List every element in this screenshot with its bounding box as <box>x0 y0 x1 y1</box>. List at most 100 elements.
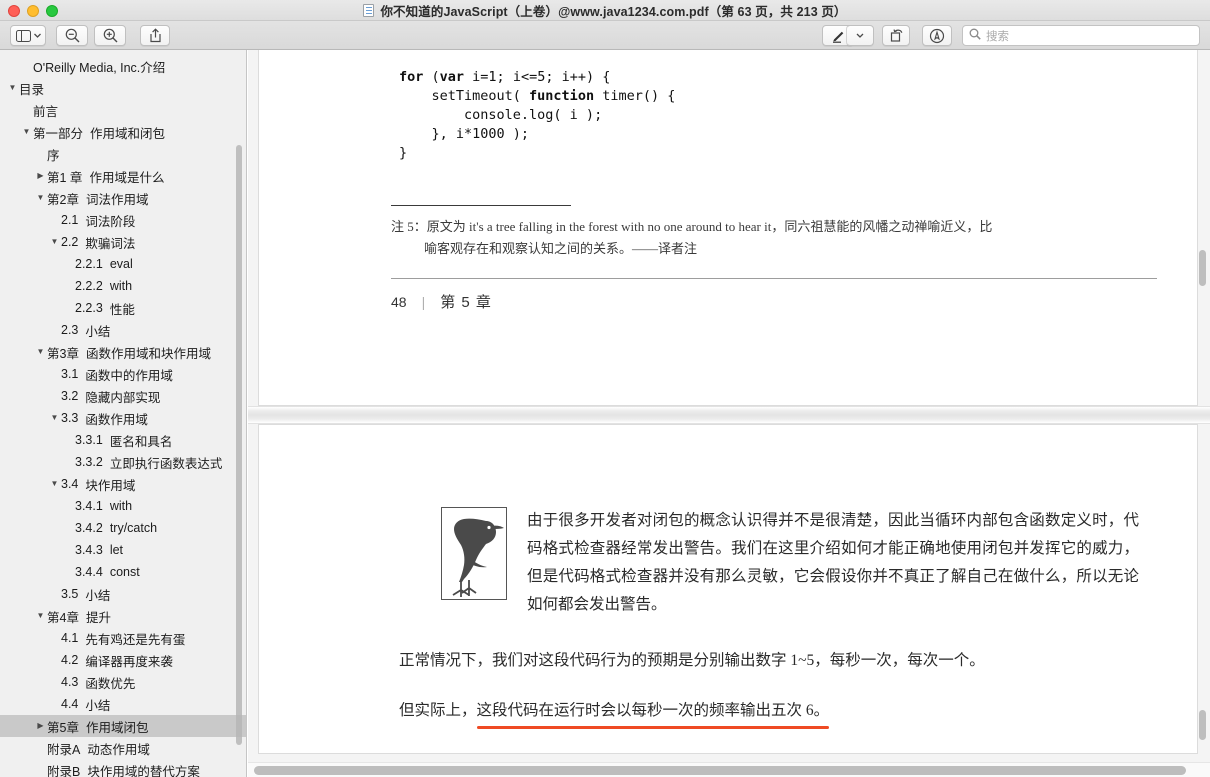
outline-item-number: 3.4 <box>61 477 79 491</box>
outline-item[interactable]: 4.1 先有鸡还是先有蛋 <box>0 627 246 649</box>
outline-item-number: 第3章 <box>47 346 79 361</box>
disclosure-closed-icon[interactable]: ▶ <box>34 172 47 180</box>
pdf-content-area[interactable]: for (var i=1; i<=5; i++) { setTimeout( f… <box>248 50 1210 777</box>
highlighted-text[interactable]: 这段代码在运行时会以每秒一次的频率输出五次 6。 <box>476 697 829 729</box>
pdf-horizontal-scrollbar[interactable] <box>254 766 1186 775</box>
outline-sidebar[interactable]: O'Reilly Media, Inc.介绍 ▼ 目录 前言 ▼ 第一部分 作用域和闭包序 ▶… <box>0 50 247 777</box>
markup-options-button[interactable] <box>846 25 874 46</box>
outline-item[interactable]: 3.4.1 with <box>0 495 246 517</box>
outline-item[interactable]: O'Reilly Media, Inc.介绍 <box>0 55 246 77</box>
zoom-out-button[interactable] <box>56 25 88 46</box>
outline-item[interactable]: ▼ 3.4 块作用域 <box>0 473 246 495</box>
outline-item[interactable]: 3.2 隐藏内部实现 <box>0 385 246 407</box>
page-footer-rule <box>391 278 1157 279</box>
title-group: 你不知道的JavaScript（上卷）@www.java1234.com.pdf… <box>363 1 846 20</box>
outline-item-number: 3.1 <box>61 367 79 381</box>
outline-item[interactable]: ▼ 第3章 函数作用域和块作用域 <box>0 341 246 363</box>
disclosure-open-icon[interactable]: ▼ <box>34 194 47 202</box>
outline-item[interactable]: ▼ 第一部分 作用域和闭包 <box>0 121 246 143</box>
outline-item-label: 提升 <box>85 610 111 625</box>
outline-item-label: with <box>109 499 133 513</box>
outline-item[interactable]: 前言 <box>0 99 246 121</box>
search-placeholder: 搜索 <box>986 30 1009 43</box>
outline-item-label: 立即执行函数表达式 <box>109 456 223 471</box>
disclosure-open-icon[interactable]: ▼ <box>34 348 47 356</box>
outline-item[interactable]: 4.2 编译器再度来袭 <box>0 649 246 671</box>
outline-item-number: 3.3.2 <box>75 455 103 469</box>
note-block: 由于很多开发者对闭包的概念认识得并不是很清楚，因此当循环内部包含函数定义时，代码… <box>441 507 1139 619</box>
outline-item[interactable]: 附录A 动态作用域 <box>0 737 246 759</box>
outline-item[interactable]: ▼ 第4章 提升 <box>0 605 246 627</box>
disclosure-open-icon[interactable]: ▼ <box>6 84 19 92</box>
outline-item[interactable]: ▼ 目录 <box>0 77 246 99</box>
chevron-down-icon <box>856 33 864 38</box>
rotate-button[interactable] <box>882 25 910 46</box>
outline-item[interactable]: 3.3.1 匿名和具名 <box>0 429 246 451</box>
maximize-button[interactable] <box>46 5 58 17</box>
outline-item-label: 块作用域的替代方案 <box>87 764 200 777</box>
minimize-button[interactable] <box>27 5 39 17</box>
note-text: 由于很多开发者对闭包的概念认识得并不是很清楚，因此当循环内部包含函数定义时，代码… <box>527 512 1139 613</box>
outline-item-label: 匿名和具名 <box>109 434 173 449</box>
outline-item[interactable]: 3.3.2 立即执行函数表达式 <box>0 451 246 473</box>
outline-item[interactable]: ▶ 第5章 作用域闭包 <box>0 715 246 737</box>
outline-item[interactable]: ▼ 3.3 函数作用域 <box>0 407 246 429</box>
outline-list: O'Reilly Media, Inc.介绍 ▼ 目录 前言 ▼ 第一部分 作用域和闭包序 ▶… <box>0 50 246 777</box>
document-icon <box>363 3 375 17</box>
pdf-vertical-scrollbar[interactable] <box>1199 250 1206 286</box>
outline-item[interactable]: 4.3 函数优先 <box>0 671 246 693</box>
outline-item[interactable]: 3.1 函数中的作用域 <box>0 363 246 385</box>
outline-item[interactable]: 2.2.2 with <box>0 275 246 297</box>
outline-item[interactable]: ▼ 2.2 欺骗词法 <box>0 231 246 253</box>
outline-item-label: 小结 <box>85 324 111 339</box>
outline-item-number: 第1 章 <box>47 170 83 185</box>
outline-item-number: 3.4.1 <box>75 499 103 513</box>
outline-item-number: 2.2 <box>61 235 79 249</box>
search-field[interactable]: 搜索 <box>962 25 1200 46</box>
pdf-vertical-scrollbar-secondary[interactable] <box>1199 710 1206 740</box>
outline-item[interactable]: 附录B 块作用域的替代方案 <box>0 759 246 777</box>
outline-item-number: 附录B <box>47 764 81 777</box>
outline-item[interactable]: 2.1 词法阶段 <box>0 209 246 231</box>
disclosure-open-icon[interactable]: ▼ <box>20 128 33 136</box>
outline-item-label: 函数优先 <box>85 676 136 691</box>
outline-item-label: 序 <box>47 148 60 163</box>
footnote-rule <box>391 205 571 206</box>
zoom-in-button[interactable] <box>94 25 126 46</box>
disclosure-open-icon[interactable]: ▼ <box>48 238 61 246</box>
outline-item[interactable]: 3.5 小结 <box>0 583 246 605</box>
outline-item[interactable]: ▶ 第1 章作用域是什么 <box>0 165 246 187</box>
pdf-horizontal-scrollbar-track[interactable] <box>248 762 1210 777</box>
outline-item[interactable]: 3.4.4 const <box>0 561 246 583</box>
outline-item[interactable]: 2.3 小结 <box>0 319 246 341</box>
disclosure-open-icon[interactable]: ▼ <box>34 612 47 620</box>
outline-item-number: 2.2.1 <box>75 257 103 271</box>
outline-item-label: 编译器再度来袭 <box>85 654 173 669</box>
sidebar-scrollbar[interactable] <box>236 145 242 745</box>
outline-item[interactable]: 3.4.3 let <box>0 539 246 561</box>
code-line-1: for (var i=1; i<=5; i++) { <box>399 69 611 85</box>
outline-item[interactable]: 3.4.2 try/catch <box>0 517 246 539</box>
outline-item-label: 函数中的作用域 <box>85 368 173 383</box>
outline-item[interactable]: ▼ 第2章 词法作用域 <box>0 187 246 209</box>
outline-item[interactable]: 序 <box>0 143 246 165</box>
outline-item-number: 4.2 <box>61 653 79 667</box>
close-button[interactable] <box>8 5 20 17</box>
disclosure-closed-icon[interactable]: ▶ <box>34 722 47 730</box>
markup-pen-icon <box>831 28 846 43</box>
outline-item[interactable]: 2.2.1 eval <box>0 253 246 275</box>
zoom-in-icon <box>103 28 118 43</box>
share-icon <box>149 28 162 43</box>
share-button[interactable] <box>140 25 170 46</box>
sidebar-toggle-button[interactable] <box>10 25 46 46</box>
outline-item-label: 函数作用域和块作用域 <box>85 346 211 361</box>
outline-item-number: 第4章 <box>47 610 79 625</box>
outline-item-label: 动态作用域 <box>87 742 150 757</box>
outline-item[interactable]: 4.4 小结 <box>0 693 246 715</box>
footer-page-number: 48 <box>391 293 407 310</box>
outline-item-label: 词法作用域 <box>85 192 149 207</box>
outline-item[interactable]: 2.2.3 性能 <box>0 297 246 319</box>
disclosure-open-icon[interactable]: ▼ <box>48 480 61 488</box>
annotate-button[interactable] <box>922 25 952 46</box>
disclosure-open-icon[interactable]: ▼ <box>48 414 61 422</box>
